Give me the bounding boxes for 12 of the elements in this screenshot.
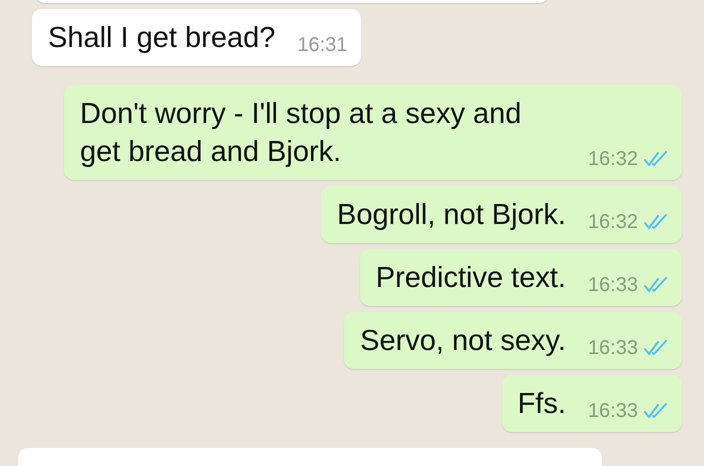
message-time: 16:33 [588,273,638,297]
message-text: Bogroll, not Bjork. [337,198,566,233]
message-text: Don't worry - I'll stop at a sexy and get bread and Bjork. [80,97,522,170]
message-time: 16:31 [297,33,348,57]
message-time: 16:33 [588,336,638,360]
message-text: Ffs. [518,387,566,422]
message-time: 16:32 [588,210,638,234]
message-text: Predictive text. [376,261,566,296]
message-time: 16:32 [588,147,638,171]
message-time: 16:33 [588,399,638,423]
message-text: Shall I get bread? [48,21,276,56]
message-text: Servo, not sexy. [360,324,566,359]
